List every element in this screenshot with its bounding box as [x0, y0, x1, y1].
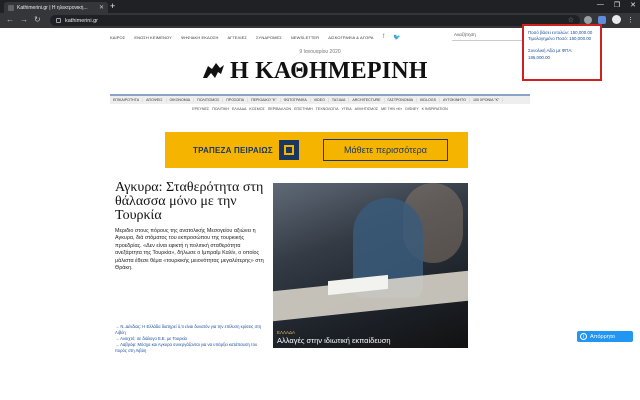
topnav-item-weather[interactable]: ΚΑΙΡΟΣ	[110, 35, 125, 40]
photo-category[interactable]: ΕΛΛΑΔΑ	[277, 330, 295, 335]
site-logo[interactable]: Η ΚΑΘΗΜΕΡΙΝΗ	[200, 56, 440, 86]
topnav-item-newsletter[interactable]: NEWSLETTER	[291, 35, 319, 40]
subnav-item[interactable]: ΥΓΕΙΑ	[341, 107, 351, 115]
section-item[interactable]: ΦΩΤΟΓΡΑΦΙΑ	[281, 98, 311, 102]
browser-tab-strip: Kathimerini.gr | Η ηλεκτρονική... ✕ + — …	[0, 0, 640, 13]
section-item[interactable]: ΟΙΚΟΝΟΜΙΑ	[167, 98, 195, 102]
extensions-area: ⋮	[584, 15, 634, 24]
subnav-item[interactable]: ΠΕΡΙΒΑΛΛΟΝ	[268, 107, 291, 115]
url-text: kathimerini.gr	[65, 17, 99, 24]
section-item[interactable]: ΑΠΟΨΕΙΣ	[143, 98, 167, 102]
subnav-item[interactable]: ΕΡΕΥΝΕΣ	[192, 107, 209, 115]
popup-invoiced-amount: Τιμολογημένο Ποσό: 150,000.00	[528, 36, 592, 42]
forward-button[interactable]: →	[20, 15, 28, 24]
section-item[interactable]: VIDEO	[311, 98, 329, 102]
logo-text: Η ΚΑΘΗΜΕΡΙΝΗ	[230, 57, 428, 84]
twitter-icon[interactable]: 🐦	[393, 34, 401, 41]
bank-logo-icon	[278, 140, 299, 160]
section-item[interactable]: 100 ΧΡΟΝΙΑ "Κ"	[470, 98, 504, 102]
back-button[interactable]: ←	[6, 15, 14, 24]
section-navigation: ΕΠΙΚΑΙΡΟΤΗΤΑ ΑΠΟΨΕΙΣ ΟΙΚΟΝΟΜΙΑ ΠΟΛΙΤΙΣΜΟ…	[110, 94, 530, 104]
maximize-button[interactable]: ❐	[614, 1, 620, 9]
section-item[interactable]: ARCHITECTURE	[349, 98, 385, 102]
topnav-item-ads[interactable]: ΑΓΓΕΛΙΕΣ	[228, 35, 247, 40]
subnav-item[interactable]: DISNEY	[405, 107, 418, 115]
article-headline[interactable]: Αγκυρα: Σταθερότητα στη θάλασσα μόνο με …	[115, 181, 265, 223]
invoice-summary-popup: Ποσό βάσει εντολών: 150,000.00 Τιμολογημ…	[522, 24, 602, 81]
privacy-button[interactable]: i Απόρρητο	[577, 331, 633, 342]
subnav-item[interactable]: ΚΟΣΜΟΣ	[249, 107, 264, 115]
ad-banner[interactable]: ΤΡΑΠΕΖΑ ΠΕΙΡΑΙΩΣ Μάθετε περισσότερα	[165, 132, 468, 168]
info-icon: i	[580, 333, 587, 340]
section-item[interactable]: ΑΥΤΟΚΙΝΗΤΟ	[440, 98, 470, 102]
related-links: → Ν. Δένδιας: Η Ελλάδα διατηρεί ό,τι είν…	[115, 324, 267, 354]
tab-close-icon[interactable]: ✕	[99, 4, 104, 11]
section-item[interactable]: ΠΡΟΣΩΠΑ	[223, 98, 249, 102]
subnav-item[interactable]: ΠΟΛΙΤΙΚΗ	[212, 107, 229, 115]
featured-photo[interactable]: ΕΛΛΑΔΑ Αλλαγές στην ιδιωτική εκπαίδευση	[273, 183, 468, 348]
subnav-item[interactable]: ΑΘΛΗΤΙΣΜΟΣ	[355, 107, 378, 115]
browser-tab[interactable]: Kathimerini.gr | Η ηλεκτρονική... ✕	[4, 2, 108, 13]
favicon-icon	[8, 4, 14, 11]
topnav-item-text[interactable]: ΕΝΟΣΗ ΚΕΙΜΕΝΟΥ	[134, 35, 172, 40]
subnav-item[interactable]: ΤΕΧΝΟΛΟΓΙΑ	[316, 107, 339, 115]
search-input[interactable]: Αναζήτηση	[452, 31, 532, 41]
section-item[interactable]: ΤΑΞΙΔΙΑ	[329, 98, 350, 102]
current-date: 9 Ιανουαρίου 2020	[299, 49, 341, 55]
banner-bank-name: ΤΡΑΠΕΖΑ ΠΕΙΡΑΙΩΣ	[193, 145, 273, 155]
article-lead: Μεριδιο στους πόρους της ανατολικής Μεσο…	[115, 228, 264, 272]
photo-caption[interactable]: Αλλαγές στην ιδιωτική εκπαίδευση	[277, 336, 391, 345]
browser-menu-icon[interactable]: ⋮	[627, 16, 634, 24]
address-bar[interactable]: kathimerini.gr ☆	[50, 15, 580, 26]
invoice-extension-icon[interactable]	[598, 15, 606, 24]
extension-icon[interactable]	[584, 15, 592, 24]
minimize-button[interactable]: —	[597, 1, 604, 9]
close-window-button[interactable]: ✕	[630, 1, 636, 9]
related-link[interactable]: → Λαβρόφ: Μόσχα και Αγκυρα συνεργάζονται…	[115, 342, 267, 354]
popup-total-value: 186,000.00	[528, 54, 550, 60]
owl-logo-icon	[203, 63, 224, 78]
reload-button[interactable]: ↻	[34, 15, 41, 24]
section-item[interactable]: ΓΑΣΤΡΟΝΟΜΙΑ	[385, 98, 417, 102]
related-link[interactable]: → Ν. Δένδιας: Η Ελλάδα διατηρεί ό,τι είν…	[115, 324, 267, 336]
section-item[interactable]: ΠΟΛΙΤΙΣΜΟΣ	[194, 98, 224, 102]
subnav-item[interactable]: ΕΛΛΑΔΑ	[232, 107, 246, 115]
bookmark-star-icon[interactable]: ☆	[568, 16, 574, 24]
topnav-item-digital[interactable]: ΨΗΦΙΑΚΗ ΕΚΔΟΣΗ	[181, 35, 219, 40]
banner-cta-button[interactable]: Μάθετε περισσότερα	[323, 139, 448, 161]
section-item[interactable]: KIDLOGS	[417, 98, 440, 102]
topnav-item-discography[interactable]: ΔΙΣΚΟΓΡΑΦΙΑ & ΑΓΟΡΑ	[328, 35, 373, 40]
section-item[interactable]: ΕΠΙΚΑΙΡΟΤΗΤΑ	[110, 98, 144, 102]
profile-avatar-icon[interactable]	[612, 15, 621, 24]
new-tab-button[interactable]: +	[110, 2, 115, 11]
lock-icon[interactable]	[56, 18, 61, 23]
web-page: ΚΑΙΡΟΣ ΕΝΟΣΗ ΚΕΙΜΕΝΟΥ ΨΗΦΙΑΚΗ ΕΚΔΟΣΗ ΑΓΓ…	[0, 28, 640, 400]
topnav-item-subscriptions[interactable]: ΣΥΝΔΡΟΜΕΣ	[256, 35, 282, 40]
subnav-item[interactable]: ΕΠΙΣΤΗΜΗ	[294, 107, 313, 115]
subnav-item[interactable]: Κ INSPIRATION	[422, 107, 448, 115]
sub-navigation: ΕΡΕΥΝΕΣ ΠΟΛΙΤΙΚΗ ΕΛΛΑΔΑ ΚΟΣΜΟΣ ΠΕΡΙΒΑΛΛΟ…	[110, 107, 530, 115]
section-item[interactable]: ΠΕΡΙΟΔΙΚΟ "Κ"	[248, 98, 281, 102]
subnav-item[interactable]: ΜΕ ΤΗΝ «Κ»	[381, 107, 402, 115]
tab-title: Kathimerini.gr | Η ηλεκτρονική...	[17, 4, 88, 11]
facebook-icon[interactable]: f	[383, 34, 385, 40]
window-controls: — ❐ ✕	[597, 1, 636, 9]
privacy-button-label: Απόρρητο	[590, 333, 615, 340]
